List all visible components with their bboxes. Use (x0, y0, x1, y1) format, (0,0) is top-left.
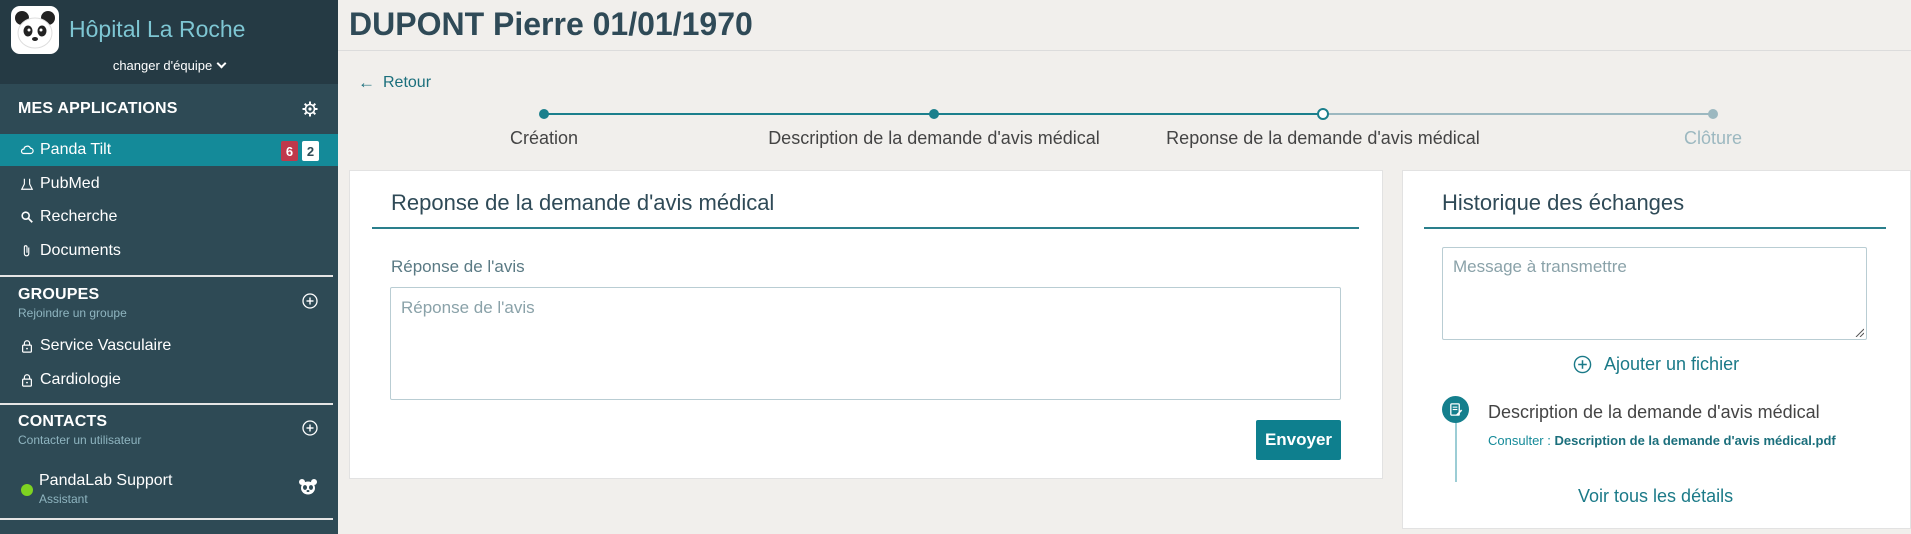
response-panel-title: Reponse de la demande d'avis médical (391, 190, 775, 215)
history-entry-title: Description de la demande d'avis médical (1488, 402, 1820, 422)
sidebar-item-label: Recherche (40, 208, 118, 225)
join-group-link[interactable]: Rejoindre un groupe (18, 306, 127, 320)
sidebar-item-service-vasculaire[interactable]: Service Vasculaire (0, 330, 338, 362)
sidebar-item-label: Panda Tilt (40, 141, 112, 158)
contacts-section-title: CONTACTS (18, 413, 108, 430)
sidebar-item-label: Service Vasculaire (40, 337, 172, 354)
send-button[interactable]: Envoyer (1256, 420, 1341, 460)
online-status-icon (21, 484, 33, 496)
panda-avatar-icon (299, 479, 317, 495)
groups-section-title: GROUPES (18, 286, 100, 303)
step-label[interactable]: Description de la demande d'avis médical (768, 128, 1100, 149)
sidebar-item-cardiologie[interactable]: Cardiologie (0, 364, 338, 396)
step-dot-current (1317, 108, 1329, 120)
lock-icon (22, 374, 32, 387)
contact-user-link[interactable]: Contacter un utilisateur (18, 433, 141, 447)
page-title: DUPONT Pierre 01/01/1970 (349, 6, 753, 42)
team-switcher[interactable]: changer d'équipe (0, 58, 338, 73)
divider (0, 403, 333, 405)
gear-icon[interactable] (302, 101, 318, 117)
step-label[interactable]: Reponse de la demande d'avis médical (1166, 128, 1480, 149)
sidebar-item-panda-tilt[interactable]: Panda Tilt 6 2 (0, 134, 338, 166)
step-dot-pending (1708, 109, 1718, 119)
panel-divider (372, 227, 1359, 229)
history-panel (1402, 170, 1911, 529)
step-label[interactable]: Création (510, 128, 578, 149)
divider (0, 275, 333, 277)
response-textarea[interactable]: Réponse de l'avis (390, 287, 1341, 400)
document-edit-icon (1442, 396, 1469, 423)
timeline-line (1455, 418, 1457, 482)
history-panel-title: Historique des échanges (1442, 190, 1685, 215)
notification-badge: 6 (281, 141, 298, 161)
team-switch-label: changer d'équipe (112, 58, 213, 73)
pubmed-icon (20, 178, 34, 190)
see-all-details-link[interactable]: Voir tous les détails (1578, 486, 1733, 507)
arrow-left-icon: ← (358, 73, 375, 92)
resize-handle-icon[interactable] (1854, 327, 1864, 337)
response-placeholder: Réponse de l'avis (401, 298, 535, 317)
add-file-icon (1573, 355, 1592, 374)
sidebar-item-documents[interactable]: Documents (0, 235, 338, 267)
panda-logo-icon (11, 6, 59, 54)
step-connector (934, 113, 1323, 115)
cloud-icon (20, 145, 34, 155)
contact-name: PandaLab Support (39, 472, 173, 489)
brand-header: Hôpital La Roche changer d'équipe (0, 0, 338, 84)
history-entry-consult: Consulter : Description de la demande d'… (1488, 433, 1836, 448)
step-connector (1323, 113, 1713, 115)
contact-role: Assistant (39, 492, 88, 506)
step-dot-done (539, 109, 549, 119)
hospital-name[interactable]: Hôpital La Roche (69, 16, 245, 43)
sidebar-item-label: Documents (40, 242, 121, 259)
attachment-link[interactable]: Description de la demande d'avis médical… (1555, 433, 1836, 448)
step-connector (544, 113, 934, 115)
lock-icon (22, 340, 32, 353)
search-icon (21, 211, 33, 223)
sidebar-item-pubmed[interactable]: PubMed (0, 168, 338, 200)
step-dot-done (929, 109, 939, 119)
back-label: Retour (383, 74, 432, 91)
response-field-label: Réponse de l'avis (391, 257, 525, 276)
sidebar: Hôpital La Roche changer d'équipe MES AP… (0, 0, 338, 534)
back-link[interactable]: ← Retour (358, 73, 431, 93)
paperclip-icon (23, 245, 30, 257)
step-label: Clôture (1683, 128, 1743, 148)
add-file-button[interactable]: Ajouter un fichier (1573, 354, 1739, 375)
message-placeholder: Message à transmettre (1453, 257, 1627, 276)
add-file-label: Ajouter un fichier (1604, 354, 1740, 374)
apps-section-title: MES APPLICATIONS (18, 100, 178, 117)
chevron-down-icon (216, 58, 227, 69)
sidebar-item-label: PubMed (40, 175, 100, 192)
header-divider (338, 50, 1911, 51)
divider (0, 518, 333, 520)
sidebar-item-label: Cardiologie (40, 371, 121, 388)
panel-divider (1424, 227, 1886, 229)
message-textarea[interactable]: Message à transmettre (1442, 247, 1867, 340)
consult-prefix: Consulter : (1488, 433, 1551, 448)
add-group-icon[interactable] (302, 293, 318, 309)
add-contact-icon[interactable] (302, 420, 318, 436)
sidebar-item-recherche[interactable]: Recherche (0, 201, 338, 233)
count-badge: 2 (302, 141, 319, 161)
